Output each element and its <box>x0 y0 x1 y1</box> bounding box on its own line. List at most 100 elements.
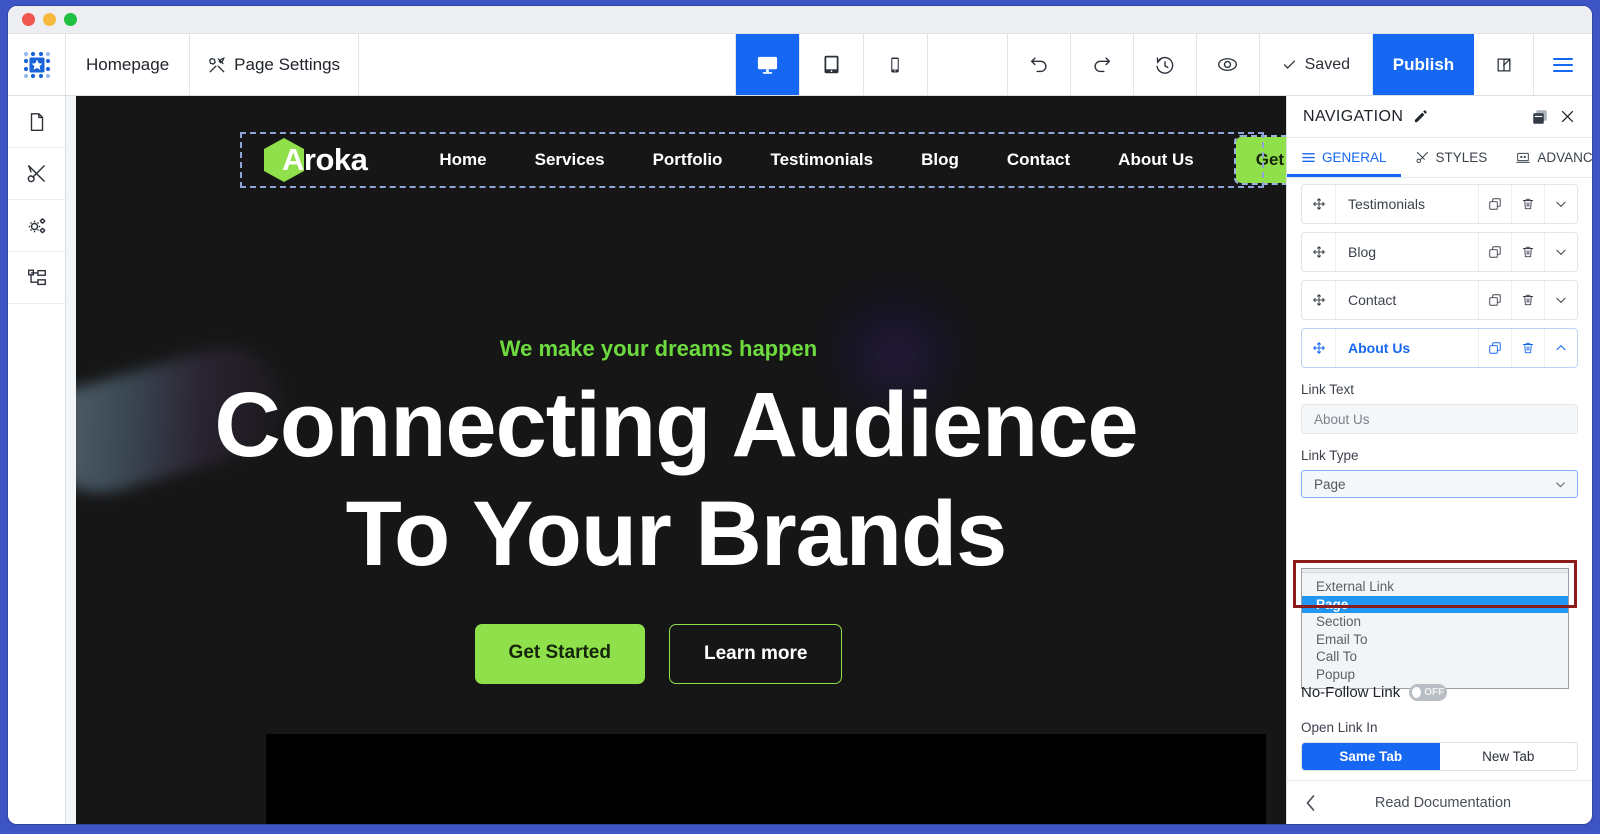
open-link-same-tab-button[interactable]: Same Tab <box>1302 743 1440 770</box>
nav-item-label: Blog <box>1348 244 1377 260</box>
chevron-down-icon[interactable] <box>1544 185 1577 223</box>
rail-item-structure[interactable] <box>8 252 65 304</box>
page-icon <box>26 111 48 133</box>
window-minimize-dot[interactable] <box>43 13 56 26</box>
open-external-button[interactable] <box>1474 34 1534 95</box>
nav-item-row-contact[interactable]: Contact <box>1301 280 1578 320</box>
rail-item-design[interactable] <box>8 148 65 200</box>
site-nav-link-about-us[interactable]: About Us <box>1094 150 1218 170</box>
drag-handle-icon[interactable] <box>1302 233 1336 271</box>
drag-handle-icon[interactable] <box>1302 329 1336 367</box>
tab-general[interactable]: GENERAL <box>1287 138 1401 177</box>
open-link-new-tab-button[interactable]: New Tab <box>1440 743 1578 770</box>
panel-body: Testimonials Blog Contact About Us Link … <box>1287 178 1592 780</box>
site-nav-link-services[interactable]: Services <box>511 150 629 170</box>
link-type-label: Link Type <box>1301 448 1359 463</box>
page-settings-button[interactable]: Page Settings <box>190 34 360 95</box>
duplicate-icon[interactable] <box>1478 281 1511 319</box>
main-menu-button[interactable] <box>1534 34 1592 95</box>
save-status[interactable]: Saved <box>1260 34 1373 95</box>
duplicate-icon[interactable] <box>1478 185 1511 223</box>
top-toolbar: Homepage Page Settings Saved Publish <box>8 34 1592 96</box>
undo-button[interactable] <box>1008 34 1071 95</box>
chevron-down-icon[interactable] <box>1544 281 1577 319</box>
rail-item-pages[interactable] <box>8 96 65 148</box>
dropdown-option-page[interactable]: Page <box>1302 595 1568 613</box>
dropdown-option-external-link[interactable]: External Link <box>1302 578 1568 596</box>
tab-styles[interactable]: STYLES <box>1401 138 1502 177</box>
link-type-dropdown-list[interactable]: External Link Page Section Email To Call… <box>1301 568 1569 689</box>
no-follow-link-toggle[interactable]: OFF <box>1409 684 1448 701</box>
chevron-up-icon[interactable] <box>1544 329 1577 367</box>
tab-general-label: GENERAL <box>1322 150 1387 165</box>
window-titlebar <box>8 6 1592 34</box>
dropdown-option-popup[interactable]: Popup <box>1302 666 1568 684</box>
tab-styles-label: STYLES <box>1435 150 1488 165</box>
gears-icon <box>25 214 49 238</box>
saved-label: Saved <box>1304 55 1350 73</box>
trash-icon[interactable] <box>1511 329 1544 367</box>
nav-item-row-about-us[interactable]: About Us <box>1301 328 1578 368</box>
site-navigation-block[interactable]: Aroka Home Services Portfolio Testimonia… <box>240 132 1370 188</box>
chevron-left-icon[interactable] <box>1303 794 1318 812</box>
drag-handle-icon[interactable] <box>1302 281 1336 319</box>
drag-handle-icon[interactable] <box>1302 185 1336 223</box>
list-icon <box>1301 150 1316 165</box>
trash-icon[interactable] <box>1511 281 1544 319</box>
hero-button-group: Get Started Learn more <box>76 624 1241 684</box>
window-maximize-dot[interactable] <box>64 13 77 26</box>
site-nav-link-testimonials[interactable]: Testimonials <box>746 150 897 170</box>
device-tablet-button[interactable] <box>800 34 864 95</box>
window-close-dot[interactable] <box>22 13 35 26</box>
preview-button[interactable] <box>1197 34 1260 95</box>
link-text-value: About Us <box>1314 411 1370 427</box>
toolbar-gap <box>928 34 1008 95</box>
rail-item-settings[interactable] <box>8 200 65 252</box>
no-follow-link-row[interactable]: No-Follow Link OFF <box>1301 684 1448 701</box>
pencil-icon[interactable] <box>1413 109 1428 124</box>
history-button[interactable] <box>1134 34 1197 95</box>
app-logo[interactable] <box>8 34 66 95</box>
duplicate-icon[interactable] <box>1478 233 1511 271</box>
site-nav-link-blog[interactable]: Blog <box>897 150 983 170</box>
hero-headline: Connecting Audience To Your Brands <box>76 371 1276 588</box>
dropdown-option-call-to[interactable]: Call To <box>1302 648 1568 666</box>
redo-button[interactable] <box>1071 34 1134 95</box>
hero-headline-line-1: Connecting Audience <box>214 374 1138 476</box>
tab-advanced[interactable]: ADVANCED <box>1501 138 1592 177</box>
chevron-down-icon[interactable] <box>1544 233 1577 271</box>
open-link-in-label: Open Link In <box>1301 720 1378 735</box>
page-name-label: Homepage <box>86 54 170 74</box>
link-text-label: Link Text <box>1301 382 1355 397</box>
nav-item-label: Contact <box>1348 292 1397 308</box>
dropdown-option-section[interactable]: Section <box>1302 613 1568 631</box>
nav-item-row-testimonials[interactable]: Testimonials <box>1301 184 1578 224</box>
page-name-button[interactable]: Homepage <box>66 34 191 95</box>
trash-icon[interactable] <box>1511 185 1544 223</box>
hero-get-started-button[interactable]: Get Started <box>474 624 645 684</box>
desktop-icon <box>756 53 779 76</box>
publish-button[interactable]: Publish <box>1373 34 1474 95</box>
link-text-input[interactable]: About Us <box>1301 404 1578 434</box>
check-icon <box>1282 57 1297 72</box>
site-nav-link-contact[interactable]: Contact <box>983 150 1094 170</box>
site-nav-link-portfolio[interactable]: Portfolio <box>629 150 747 170</box>
site-brand[interactable]: Aroka <box>264 138 368 182</box>
hero-video-block[interactable] <box>266 734 1266 824</box>
mobile-icon <box>886 56 904 74</box>
left-rail <box>8 96 66 824</box>
hero-learn-more-button[interactable]: Learn more <box>668 624 843 684</box>
redo-icon <box>1091 54 1113 76</box>
site-nav-link-home[interactable]: Home <box>415 150 510 170</box>
link-type-select[interactable]: Page <box>1301 470 1578 498</box>
tab-advanced-label: ADVANCED <box>1537 150 1592 165</box>
device-desktop-button[interactable] <box>735 34 800 95</box>
read-documentation-link[interactable]: Read Documentation <box>1332 795 1554 811</box>
copy-panel-icon[interactable] <box>1531 108 1549 126</box>
close-icon[interactable] <box>1559 108 1576 125</box>
duplicate-icon[interactable] <box>1478 329 1511 367</box>
trash-icon[interactable] <box>1511 233 1544 271</box>
nav-item-row-blog[interactable]: Blog <box>1301 232 1578 272</box>
dropdown-option-email-to[interactable]: Email To <box>1302 631 1568 649</box>
device-mobile-button[interactable] <box>864 34 928 95</box>
